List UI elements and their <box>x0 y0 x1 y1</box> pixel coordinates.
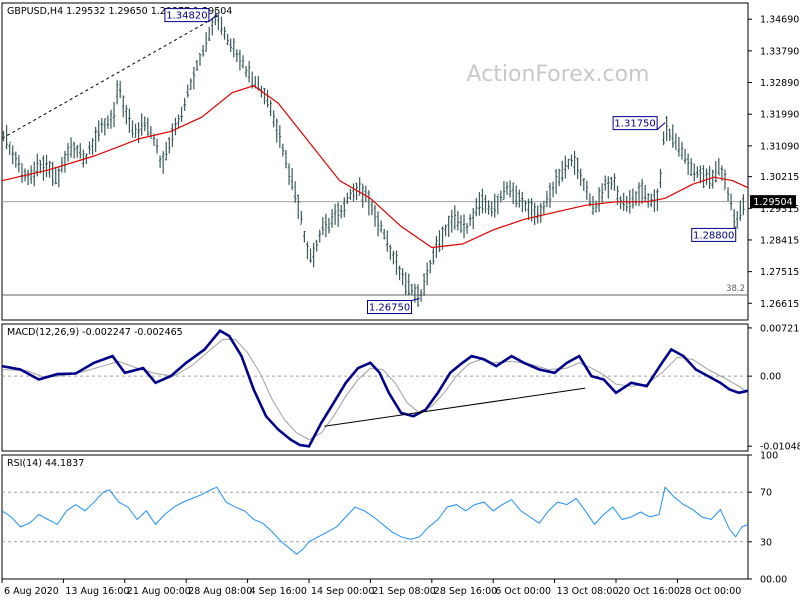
price-annotation-label: 1.31750 <box>614 119 655 130</box>
price-annotation-label: 1.26750 <box>369 303 410 314</box>
x-tick-label: 13 Aug 16:00 <box>65 586 129 597</box>
x-tick-label: 6 Aug 2020 <box>4 586 59 597</box>
price-y-tick-label: 1.27515 <box>760 267 799 278</box>
price-y-tick-label: 1.31090 <box>760 141 799 152</box>
pane-frame-price <box>1 2 749 321</box>
price-annotation-label: 1.28800 <box>693 230 734 241</box>
rsi-y-tick-label: 00.00 <box>760 575 787 586</box>
price-y-tick-label: 1.31990 <box>760 110 799 121</box>
price-y-tick-label: 1.26615 <box>760 299 799 310</box>
rsi-y-tick-label: 100 <box>760 451 778 462</box>
rsi-y-tick-label: 30 <box>760 537 772 548</box>
price-y-tick-label: 1.30215 <box>760 172 799 183</box>
x-tick-label: 21 Aug 00:00 <box>127 586 191 597</box>
fib-level-label: 38.2 <box>726 284 745 294</box>
price-y-tick-label: 1.33790 <box>760 46 799 57</box>
x-tick-label: 20 Oct 16:00 <box>618 586 680 597</box>
rsi-line <box>1 486 749 555</box>
macd-signal-line <box>1 338 749 441</box>
chart-svg: ActionForex.comGBPUSD,H4 1.29532 1.29650… <box>1 2 800 597</box>
macd-y-tick-label: 0.007213 <box>760 323 800 334</box>
price-y-tick-label: 1.34690 <box>760 15 799 26</box>
x-tick-label: 28 Oct 00:00 <box>679 586 741 597</box>
macd-y-tick-label: 0.00 <box>760 372 781 383</box>
forex-chart: ActionForex.com GBPUSD,H4 1.29532 1.29650… <box>0 0 800 600</box>
macd-header: MACD(12,26,9) -0.002247 -0.002465 <box>7 327 183 338</box>
rsi-y-tick-label: 70 <box>760 488 772 499</box>
pane-frame-macd <box>1 323 749 452</box>
x-tick-label: 4 Sep 16:00 <box>250 586 307 597</box>
macd-trendline <box>324 387 586 427</box>
macd-line <box>1 329 749 448</box>
x-tick-label: 6 Oct 00:00 <box>495 586 551 597</box>
x-tick-label: 28 Sep 16:00 <box>434 586 497 597</box>
price-annotation-leader <box>656 122 666 130</box>
watermark: ActionForex.com <box>467 62 650 87</box>
x-tick-label: 14 Sep 00:00 <box>311 586 374 597</box>
x-tick-label: 21 Sep 08:00 <box>372 586 435 597</box>
last-price-label: 1.29504 <box>753 197 792 208</box>
x-tick-label: 13 Oct 08:00 <box>557 586 619 597</box>
price-y-tick-label: 1.32890 <box>760 78 799 89</box>
x-tick-label: 28 Aug 08:00 <box>188 586 252 597</box>
pane-frame-rsi <box>1 454 749 580</box>
price-y-tick-label: 1.28415 <box>760 235 799 246</box>
rsi-header: RSI(14) 44.1837 <box>7 458 84 469</box>
price-annotation-label: 1.34820 <box>166 11 207 22</box>
